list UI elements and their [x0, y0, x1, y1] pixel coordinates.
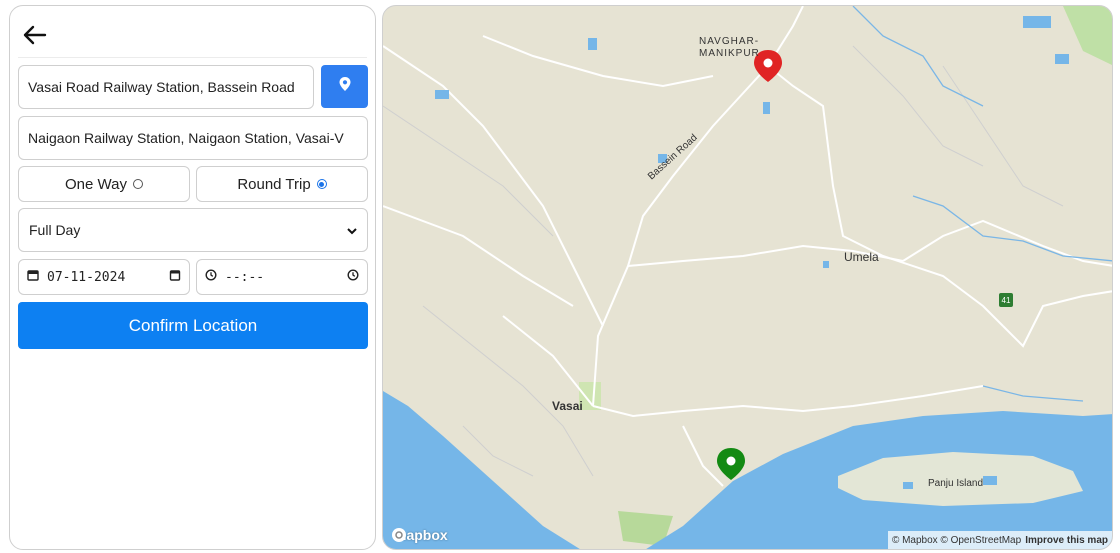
drop-marker-icon: [717, 448, 745, 480]
one-way-label: One Way: [65, 175, 127, 193]
time-value: --:--: [225, 269, 265, 285]
chevron-down-icon: [347, 222, 357, 238]
map-canvas: 41: [383, 6, 1112, 549]
map-label-umela: Umela: [844, 250, 879, 264]
map-label-panju-island: Panju Island: [928, 478, 984, 489]
attribution-text[interactable]: © Mapbox © OpenStreetMap: [892, 535, 1021, 546]
pickup-location-input[interactable]: [28, 79, 304, 95]
date-value: 07-11-2024: [47, 269, 126, 285]
clock-picker-icon[interactable]: [347, 269, 359, 285]
drop-location-input[interactable]: [28, 130, 358, 146]
map-view[interactable]: 41 NAVGHAR- MANIKPUR Bassein Road Umela …: [382, 5, 1113, 550]
time-picker[interactable]: --:--: [196, 259, 368, 295]
one-way-radio[interactable]: [132, 179, 143, 189]
map-label-vasai: Vasai: [552, 399, 583, 413]
round-trip-label: Round Trip: [237, 175, 311, 193]
map-label-manikpur: MANIKPUR: [699, 48, 760, 59]
pickup-location-field[interactable]: [18, 65, 314, 109]
confirm-location-button[interactable]: Confirm Location: [18, 302, 368, 349]
calendar-icon: [27, 269, 39, 285]
date-picker[interactable]: 07-11-2024: [18, 259, 190, 295]
improve-map-link[interactable]: Improve this map: [1025, 535, 1108, 546]
back-arrow-icon[interactable]: [22, 24, 48, 46]
round-trip-radio[interactable]: [316, 179, 327, 189]
duration-selected-value: Full Day: [29, 222, 81, 238]
map-label-navghar: NAVGHAR-: [699, 36, 760, 47]
location-pin-icon: [338, 76, 352, 97]
one-way-option[interactable]: One Way: [18, 166, 190, 202]
booking-panel: One Way Round Trip Full Day 07-11-2024 -…: [9, 5, 376, 550]
map-attribution: © Mapbox © OpenStreetMap Improve this ma…: [887, 531, 1112, 549]
locate-button[interactable]: [321, 65, 368, 108]
round-trip-option[interactable]: Round Trip: [196, 166, 368, 202]
duration-select[interactable]: Full Day: [18, 208, 368, 252]
clock-icon: [205, 269, 217, 285]
route-shield-label: 41: [1002, 296, 1011, 305]
drop-location-field[interactable]: [18, 116, 368, 160]
mapbox-logo[interactable]: mapbox: [391, 527, 448, 543]
calendar-picker-icon[interactable]: [169, 269, 181, 285]
header-divider: [18, 57, 367, 58]
